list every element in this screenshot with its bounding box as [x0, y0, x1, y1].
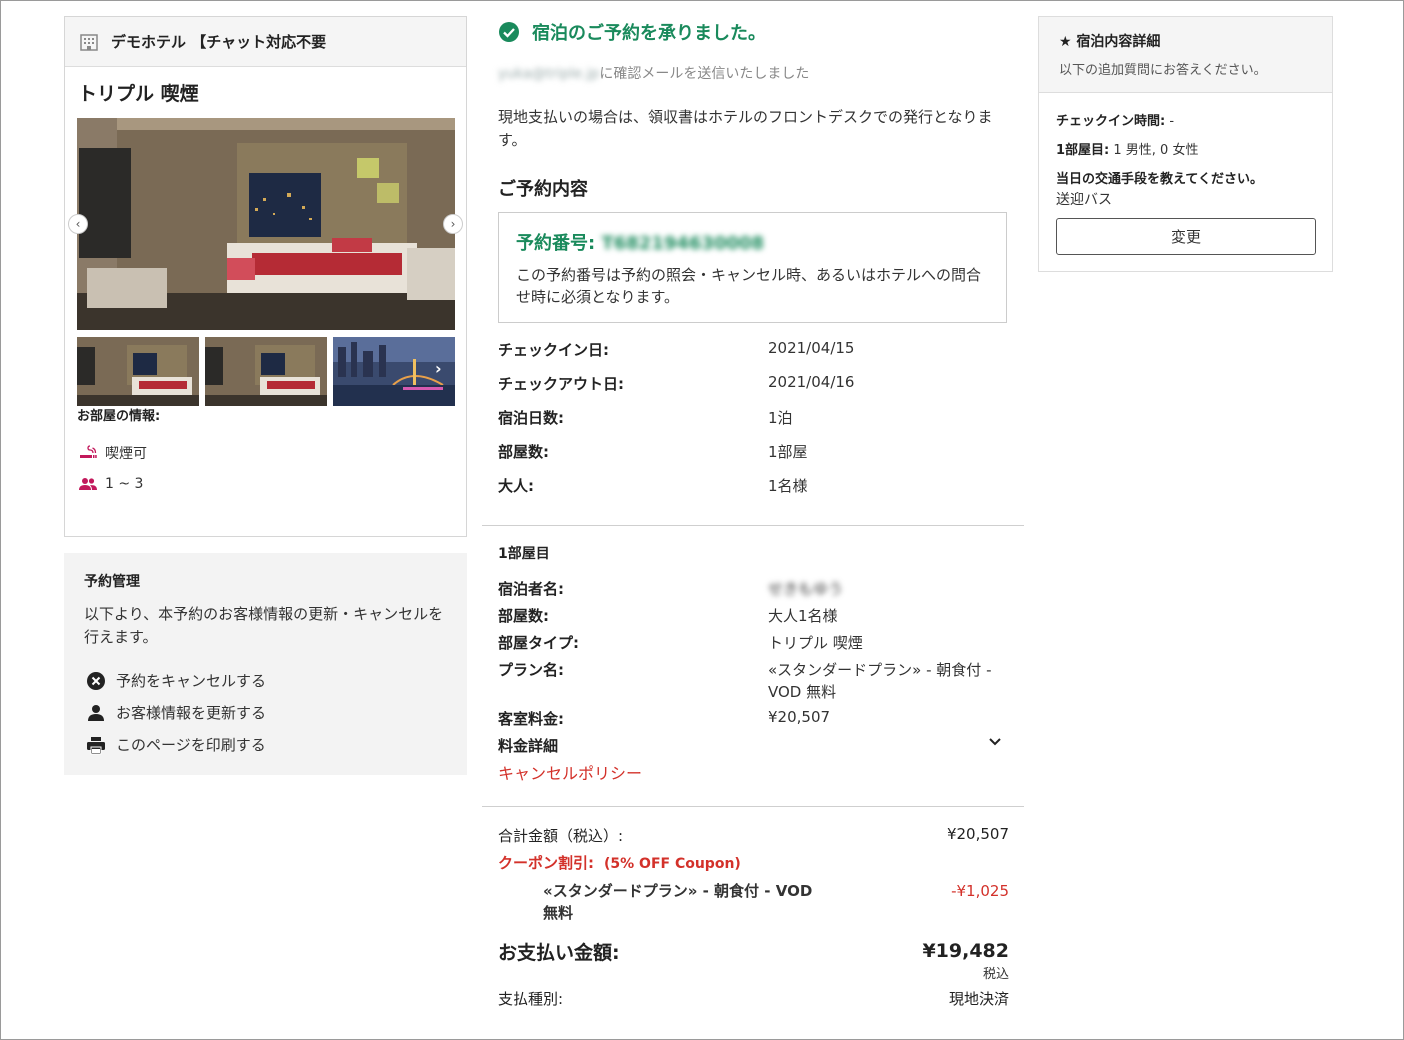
plan-label: プラン名: [498, 661, 564, 679]
room1-guests-label: 1部屋目: [1056, 143, 1110, 158]
plan-value: «スタンダードプラン» - 朝食付 - VOD 無料 [768, 661, 992, 701]
feature-capacity: 1 ~ 3 [79, 475, 143, 493]
print-icon [87, 736, 105, 754]
adults-label: 大人: [498, 477, 534, 495]
person-icon [88, 704, 104, 721]
receipt-note: 現地支払いの場合は、領収書はホテルのフロントデスクでの発行となります。 [498, 108, 993, 149]
section-divider [482, 806, 1024, 807]
manage-title: 予約管理 [84, 574, 140, 590]
nights-label: 宿泊日数: [498, 409, 564, 427]
check-circle-icon [499, 22, 519, 42]
nights-value: 1泊 [768, 409, 793, 427]
payment-type-value: 現地決済 [948, 990, 1009, 1008]
total-label: 合計金額（税込）: [498, 827, 624, 845]
checkin-time-line: チェックイン時間: - [1056, 110, 1174, 129]
room-rate-value: ¥20,507 [768, 708, 831, 726]
feature-label: 喫煙可 [105, 446, 147, 462]
coupon-label: クーポン割引: [498, 854, 594, 872]
discount-amount: -¥1,025 [951, 882, 1009, 900]
email-suffix: に確認メールを送信いたしました [599, 66, 810, 82]
payment-type-label: 支払種別: [498, 990, 564, 1008]
room1-guests-line: 1部屋目: 1 男性, 0 女性 [1056, 139, 1198, 158]
hotel-header: デモホテル 【チャット対応不要 [65, 17, 466, 67]
carousel-prev-arrow[interactable]: ‹ [68, 214, 88, 234]
photo-thumbnails [77, 337, 455, 406]
cancel-icon [87, 671, 105, 690]
email-sent-line: yuka@triple.jpに確認メールを送信いたしました [498, 63, 809, 83]
transport-question-text: 当日の交通手段を教えてください。 [1056, 172, 1263, 187]
payment-amount-value: ¥19,482 [922, 940, 1009, 962]
reservation-number-box: 予約番号: T682194630008 この予約番号は予約の照会・キャンセル時、… [498, 212, 1007, 323]
reservation-number: 予約番号: T682194630008 [516, 229, 989, 255]
update-customer-info-link[interactable]: お客様情報を更新する [86, 702, 266, 723]
checkin-value: 2021/04/15 [768, 339, 855, 357]
cancel-policy-link[interactable]: キャンセルポリシー [498, 760, 642, 784]
success-banner: 宿泊のご予約を承りました。 [498, 19, 766, 45]
feature-smoking: 喫煙可 [79, 443, 147, 463]
cancel-reservation-link[interactable]: 予約をキャンセルする [86, 670, 266, 691]
coupon-discount: クーポン割引: (5% OFF Coupon) [498, 852, 741, 873]
transport-question: 当日の交通手段を教えてください。 [1056, 168, 1263, 187]
tax-included-note: 税込 [982, 967, 1009, 982]
building-icon [80, 33, 98, 51]
guest-name-value: せきもゆう [768, 580, 844, 598]
checkin-label: チェックイン日: [498, 341, 609, 359]
change-button[interactable]: 変更 [1056, 218, 1316, 255]
room1-guests-value: 1 男性, 0 女性 [1109, 143, 1199, 158]
carousel-next-arrow[interactable]: › [443, 214, 463, 234]
smoking-icon [80, 445, 97, 458]
manage-description: 以下より、本予約のお客様情報の更新・キャンセルを行えます。 [84, 605, 444, 646]
guest-name-label: 宿泊者名: [498, 580, 564, 598]
coupon-plan: «スタンダードプラン» - 朝食付 - VOD 無料 [543, 882, 813, 922]
rooms-label: 部屋数: [498, 443, 549, 461]
people-icon [79, 478, 97, 490]
checkin-time-value: - [1165, 114, 1175, 129]
success-message: 宿泊のご予約を承りました。 [532, 23, 766, 44]
room-type-label: 部屋タイプ: [498, 634, 579, 652]
reservation-number-note: この予約番号は予約の照会・キャンセル時、あるいはホテルへの問合せ時に必須となりま… [516, 266, 982, 306]
transport-answer: 送迎バス [1056, 192, 1112, 208]
section-divider [482, 525, 1024, 526]
stay-details-header: ★ 宿泊内容詳細 以下の追加質問にお答えください。 [1039, 17, 1332, 93]
thumbnail-next-arrow[interactable]: › [435, 359, 442, 378]
thumbnail-photo[interactable] [205, 337, 327, 406]
feature-label: 1 ~ 3 [105, 476, 144, 492]
room-info-label: お部屋の情報: [77, 409, 161, 424]
hotel-name: デモホテル 【チャット対応不要 [111, 33, 327, 51]
checkout-label: チェックアウト日: [498, 375, 624, 393]
coupon-name: (5% OFF Coupon) [604, 856, 741, 872]
reservation-heading: ご予約内容 [498, 179, 588, 200]
stay-details-title: ★ 宿泊内容詳細 [1059, 34, 1161, 50]
thumbnail-photo[interactable] [77, 337, 199, 406]
checkout-value: 2021/04/16 [768, 373, 855, 391]
room-type-value: トリプル 喫煙 [768, 634, 863, 652]
link-label: このページを印刷する [116, 736, 266, 754]
reservation-number-value: T682194630008 [601, 233, 765, 254]
total-value: ¥20,507 [946, 825, 1009, 843]
link-label: お客様情報を更新する [116, 704, 267, 722]
chevron-down-icon[interactable] [988, 735, 1002, 749]
room-count-value: 大人1名様 [768, 607, 838, 625]
room-main-photo [77, 118, 455, 330]
link-label: 予約をキャンセルする [116, 672, 267, 690]
print-page-link[interactable]: このページを印刷する [86, 734, 266, 755]
price-detail-label: 料金詳細 [498, 737, 559, 755]
adults-value: 1名様 [768, 477, 808, 495]
rooms-value: 1部屋 [768, 443, 808, 461]
reservation-management-card: 予約管理 以下より、本予約のお客様情報の更新・キャンセルを行えます。 予約をキャ… [64, 553, 467, 775]
checkin-time-label: チェックイン時間: [1056, 114, 1166, 129]
stay-details-subtitle: 以下の追加質問にお答えください。 [1059, 63, 1267, 78]
reservation-number-label: 予約番号: [516, 233, 596, 254]
stay-details-card: ★ 宿泊内容詳細 以下の追加質問にお答えください。 チェックイン時間: - 1部… [1038, 16, 1333, 272]
room-rate-label: 客室料金: [498, 710, 564, 728]
room-number-heading: 1部屋目 [498, 546, 550, 562]
room-count-label: 部屋数: [498, 607, 549, 625]
email-address: yuka@triple.jp [498, 66, 600, 82]
room-title: トリプル 喫煙 [78, 83, 199, 105]
payment-amount-label: お支払い金額: [498, 942, 620, 964]
hotel-card: デモホテル 【チャット対応不要 トリプル 喫煙 ‹ › › お部屋の情報: 喫煙… [64, 16, 467, 537]
